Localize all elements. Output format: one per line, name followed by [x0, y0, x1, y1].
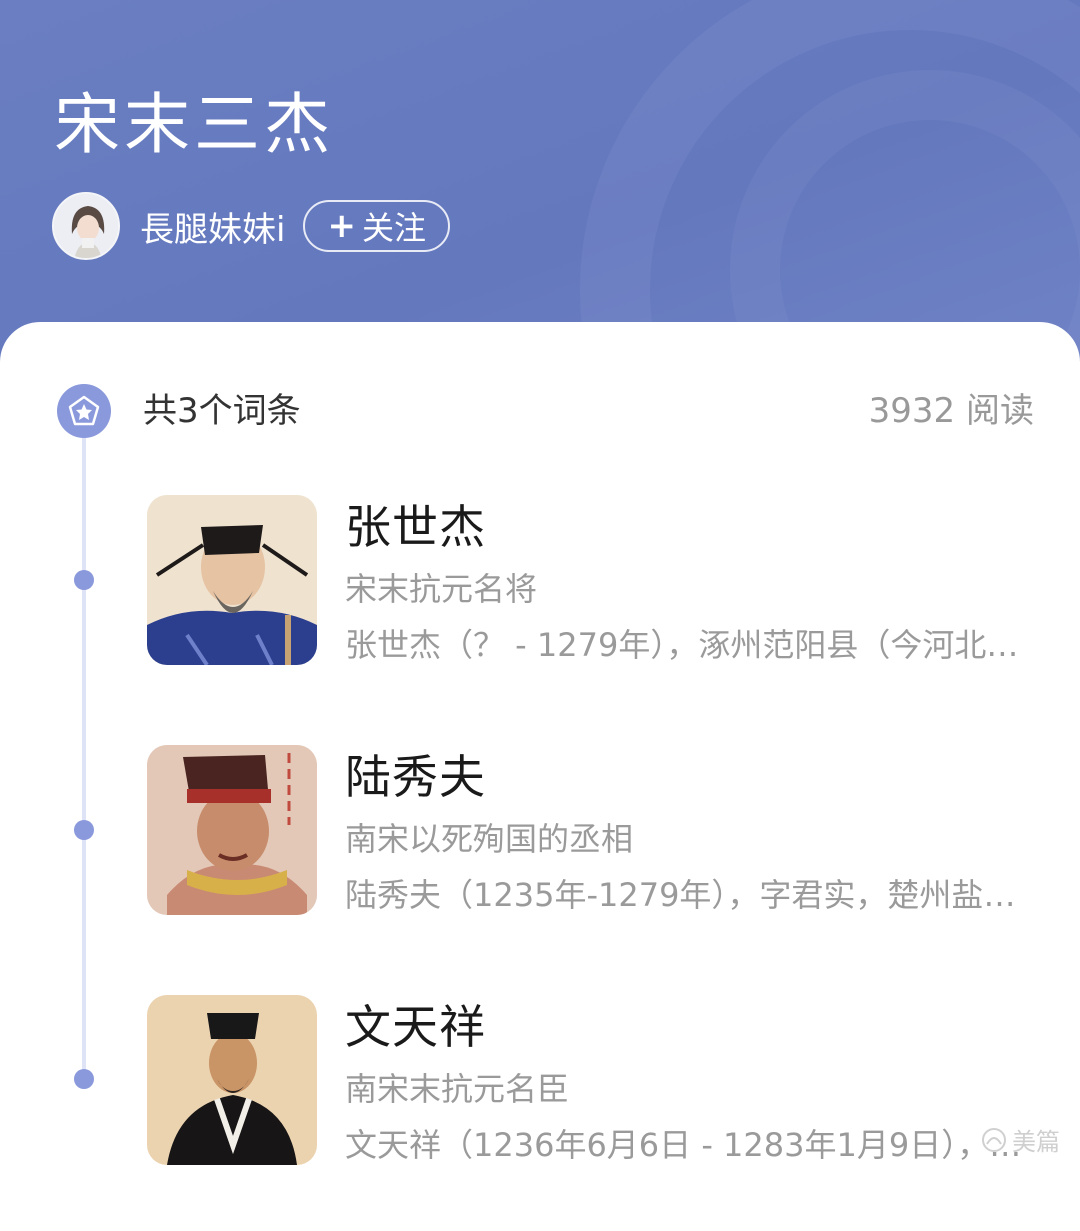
- entries-card: 共3个词条 3932 阅读 张世杰 宋末抗元名将 张世杰（？ - 1279年），…: [0, 322, 1080, 1231]
- plus-icon: +: [327, 206, 356, 246]
- pentagon-star-icon: [57, 384, 111, 438]
- avatar-image: [54, 194, 118, 258]
- entry-subtitle: 南宋以死殉国的丞相: [345, 820, 634, 858]
- entry-name[interactable]: 张世杰: [345, 497, 486, 557]
- avatar[interactable]: [52, 192, 120, 260]
- entry-description: 文天祥（1236年6月6日 - 1283年1月9日），字履善: [345, 1126, 1025, 1164]
- entry-item[interactable]: 文天祥 南宋末抗元名臣 文天祥（1236年6月6日 - 1283年1月9日），字…: [147, 995, 1047, 1165]
- timeline-line: [82, 432, 86, 1082]
- entry-description: 张世杰（？ - 1279年），涿州范阳县（今河北省涿州市）人: [345, 626, 1025, 664]
- entry-description: 陆秀夫（1235年-1279年），字君实，楚州盐城人: [345, 876, 1025, 914]
- follow-button[interactable]: + 关注: [303, 200, 450, 252]
- author-row: 長腿妹妹i + 关注: [52, 192, 450, 260]
- timeline-dot: [74, 820, 94, 840]
- entry-name[interactable]: 文天祥: [345, 997, 486, 1057]
- follow-label: 关注: [361, 209, 426, 247]
- timeline-dot: [74, 570, 94, 590]
- author-name[interactable]: 長腿妹妹i: [140, 202, 285, 251]
- entry-count: 共3个词条: [143, 391, 301, 431]
- read-count: 3932 阅读: [868, 391, 1034, 431]
- entry-thumbnail[interactable]: [147, 995, 317, 1165]
- entry-subtitle: 南宋末抗元名臣: [345, 1070, 570, 1108]
- entry-thumbnail[interactable]: [147, 745, 317, 915]
- entry-thumbnail[interactable]: [147, 495, 317, 665]
- meipian-logo-icon: [982, 1127, 1006, 1152]
- timeline-dot: [74, 1069, 94, 1089]
- entry-item[interactable]: 张世杰 宋末抗元名将 张世杰（？ - 1279年），涿州范阳县（今河北省涿州市）…: [147, 495, 1047, 665]
- topic-header: 宋末三杰 長腿妹妹i + 关注: [0, 0, 1080, 360]
- watermark: 美篇: [980, 1122, 1060, 1157]
- entry-item[interactable]: 陆秀夫 南宋以死殉国的丞相 陆秀夫（1235年-1279年），字君实，楚州盐城人: [147, 745, 1047, 915]
- page-title: 宋末三杰: [54, 86, 334, 163]
- watermark-text: 美篇: [1012, 1128, 1060, 1156]
- entry-name[interactable]: 陆秀夫: [345, 747, 486, 807]
- entry-subtitle: 宋末抗元名将: [345, 570, 538, 608]
